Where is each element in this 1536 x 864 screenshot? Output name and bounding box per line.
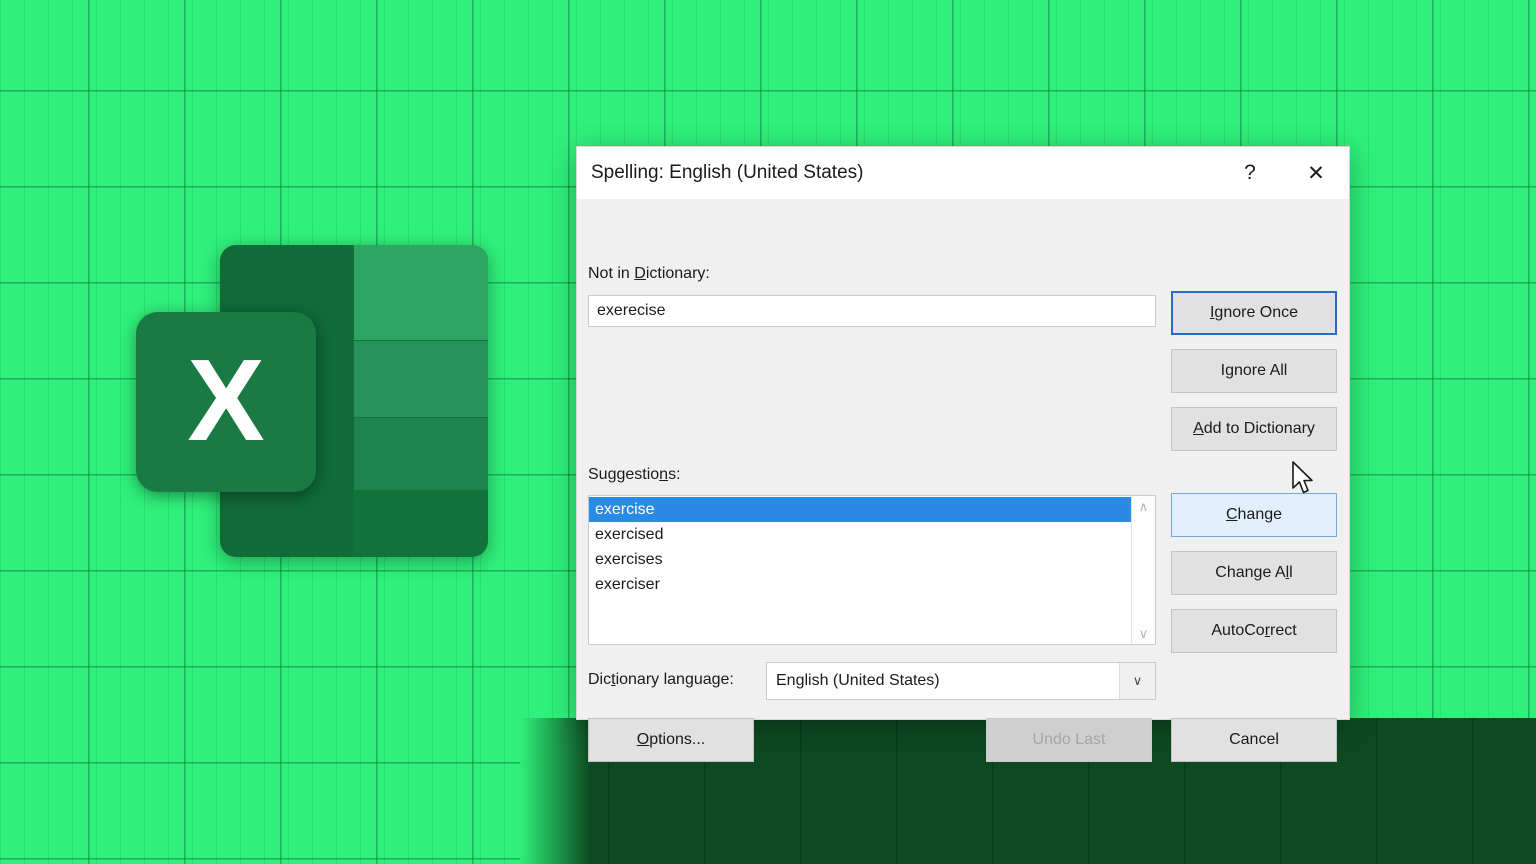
btn-accel: g <box>1225 362 1234 379</box>
list-item[interactable]: exercised <box>589 522 1131 547</box>
close-icon[interactable]: ✕ <box>1289 147 1343 199</box>
cancel-button[interactable]: Cancel <box>1171 718 1337 762</box>
chevron-down-icon[interactable]: ∨ <box>1119 663 1155 699</box>
excel-logo-letter: X <box>187 335 265 465</box>
label-accel: D <box>634 265 646 282</box>
btn-post: dd to Dictionary <box>1203 420 1315 437</box>
chevron-up-icon[interactable]: ∧ <box>1139 500 1149 513</box>
list-item[interactable]: exercises <box>589 547 1131 572</box>
suggestions-label: Suggestions: <box>588 466 681 484</box>
btn-pre: AutoCo <box>1211 622 1265 639</box>
not-in-dictionary-label: Not in Dictionary: <box>588 265 710 283</box>
label-pre: Suggestio <box>588 466 660 483</box>
btn-post: gnore Once <box>1214 304 1299 321</box>
dictionary-language-label: Dictionary language: <box>588 671 734 688</box>
dictionary-language-value: English (United States) <box>776 672 940 689</box>
change-all-button[interactable]: Change All <box>1171 551 1337 595</box>
excel-logo-badge: X <box>136 312 316 492</box>
label-post: s: <box>668 466 681 483</box>
list-item[interactable]: exercise <box>589 497 1131 522</box>
dialog-title: Spelling: English (United States) <box>591 162 864 183</box>
undo-last-button: Undo Last <box>986 718 1152 762</box>
label-post: ictionary: <box>645 265 710 282</box>
not-in-dictionary-input[interactable]: exerecise <box>588 295 1156 327</box>
chevron-down-icon[interactable]: ∨ <box>1139 627 1149 640</box>
btn-accel: C <box>1225 506 1238 523</box>
options-button[interactable]: Options... <box>588 718 754 762</box>
list-item[interactable]: exerciser <box>589 572 1131 597</box>
spelling-dialog: Spelling: English (United States) ? ✕ No… <box>576 146 1350 762</box>
suggestions-scrollbar[interactable]: ∧ ∨ <box>1131 496 1155 644</box>
btn-accel: O <box>636 731 650 748</box>
logo-cell-top-right <box>354 245 488 340</box>
add-to-dictionary-button[interactable]: Add to Dictionary <box>1171 407 1337 451</box>
label-pre: Not in <box>588 265 635 282</box>
btn-post: nore All <box>1233 362 1288 379</box>
logo-cell-mid-right <box>354 341 488 417</box>
ignore-all-button[interactable]: Ig nore All <box>1171 349 1337 393</box>
suggestions-list[interactable]: exercise exercised exercises exerciser <box>589 496 1131 644</box>
btn-post: hange <box>1237 506 1283 523</box>
btn-pre: Change A <box>1215 564 1286 581</box>
help-icon[interactable]: ? <box>1227 147 1273 199</box>
dialog-titlebar: Spelling: English (United States) ? ✕ <box>577 147 1349 199</box>
change-button[interactable]: Change <box>1171 493 1337 537</box>
btn-post: l <box>1289 564 1293 581</box>
excel-logo: X <box>136 245 488 557</box>
dialog-body: Not in Dictionary: exerecise Suggestions… <box>577 199 1349 762</box>
dictionary-language-select[interactable]: English (United States) ∨ <box>766 662 1156 700</box>
ignore-once-button[interactable]: Ignore Once <box>1171 291 1337 335</box>
label-accel: n <box>659 466 669 483</box>
logo-cell-low-right <box>354 418 488 490</box>
btn-post: ptions... <box>649 731 706 748</box>
btn-post: rect <box>1270 622 1297 639</box>
suggestions-listbox[interactable]: exercise exercised exercises exerciser ∧… <box>588 495 1156 645</box>
autocorrect-button[interactable]: AutoCo r rect <box>1171 609 1337 653</box>
btn-accel: A <box>1193 420 1204 437</box>
